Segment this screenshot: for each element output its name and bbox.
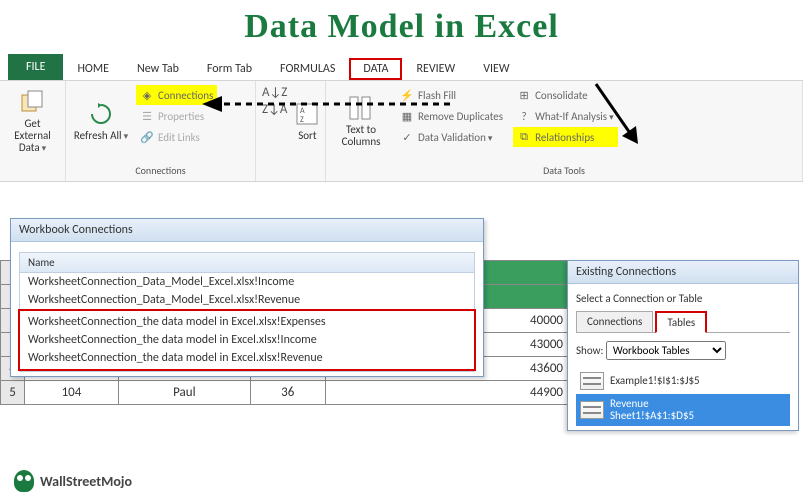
group-label-datatools: Data Tools [332,162,796,179]
relationships-icon: ⧉ [517,130,531,144]
existing-connections-dialog: Existing Connections Select a Connection… [567,260,799,431]
connection-item[interactable]: Revenue Sheet1!$A$1:$D$5 [576,394,790,426]
tab-formulas[interactable]: FORMULAS [266,58,349,80]
cell[interactable]: Paul [118,381,250,405]
consolidate-button[interactable]: ⊞ Consolidate [513,85,618,105]
flash-fill-icon: ⚡ [400,88,414,102]
sort-icon: AZ [293,100,321,128]
table-icon [580,401,604,419]
properties-icon: ☰ [140,109,154,123]
list-item[interactable]: WorksheetConnection_the data model in Ex… [20,349,474,367]
row-header[interactable]: 5 [1,381,25,405]
flash-fill-button[interactable]: ⚡ Flash Fill [396,85,507,105]
properties-button[interactable]: ☰ Properties [136,106,217,126]
footer-logo: WallStreetMojo [14,470,132,492]
workbook-connections-dialog: Workbook Connections Name WorksheetConne… [10,218,484,377]
validation-icon: ✓ [400,130,414,144]
get-external-data-button[interactable]: Get External Data [6,85,59,157]
list-item[interactable]: WorksheetConnection_the data model in Ex… [20,313,474,331]
cell[interactable]: 104 [25,381,119,405]
ribbon: Get External Data Refresh All ◈ Connecti… [0,80,803,182]
list-item[interactable]: WorksheetConnection_Data_Model_Excel.xls… [20,273,474,291]
whatif-button[interactable]: ? What-If Analysis [513,106,618,126]
cell[interactable]: 36 [250,381,325,405]
dialog-title: Existing Connections [568,261,798,284]
sort-button[interactable]: AZ Sort [293,85,321,157]
ribbon-tabs: FILE HOME New Tab Form Tab FORMULAS DATA… [0,52,803,80]
sort-desc-icon[interactable]: Z↓A [262,102,287,117]
refresh-icon [87,100,115,128]
tab-home[interactable]: HOME [63,58,123,80]
page-title: Data Model in Excel [0,0,803,52]
dialog-subtitle: Select a Connection or Table [576,292,790,305]
tab-view[interactable]: VIEW [469,58,523,80]
connections-button[interactable]: ◈ Connections [136,85,217,105]
external-data-icon [19,88,47,116]
connection-item[interactable]: Example1!$I$1:$J$5 [576,368,790,394]
show-label: Show: [576,344,603,357]
edit-links-icon: 🔗 [140,130,154,144]
tab-tables[interactable]: Tables [655,311,707,333]
tab-connections[interactable]: Connections [576,311,653,332]
remove-duplicates-button[interactable]: ▦ Remove Duplicates [396,106,507,126]
consolidate-icon: ⊞ [517,88,531,102]
refresh-all-button[interactable]: Refresh All [72,85,130,157]
list-column-name[interactable]: Name [19,252,475,273]
sort-asc-icon[interactable]: A↓Z [262,85,287,100]
data-validation-button[interactable]: ✓ Data Validation [396,127,507,147]
highlight-box: WorksheetConnection_the data model in Ex… [18,309,476,371]
text-to-columns-button[interactable]: Text to Columns [332,85,390,157]
tab-newtab[interactable]: New Tab [123,58,193,80]
tab-data[interactable]: DATA [349,58,402,80]
group-label-connections: Connections [72,162,249,179]
table-icon [580,372,604,390]
show-select[interactable]: Workbook Tables [606,341,726,360]
dialog-title: Workbook Connections [11,219,483,242]
tab-review[interactable]: REVIEW [402,58,469,80]
connections-icon: ◈ [140,88,154,102]
owl-icon [14,470,34,492]
tab-file[interactable]: FILE [8,54,63,80]
list-item[interactable]: WorksheetConnection_Data_Model_Excel.xls… [20,291,474,309]
edit-links-button[interactable]: 🔗 Edit Links [136,127,217,147]
whatif-icon: ? [517,109,531,123]
text-columns-icon [347,94,375,122]
tab-formtab[interactable]: Form Tab [193,58,266,80]
list-item[interactable]: WorksheetConnection_the data model in Ex… [20,331,474,349]
remove-dup-icon: ▦ [400,109,414,123]
cell[interactable]: 44900 [325,381,569,405]
relationships-button[interactable]: ⧉ Relationships [513,127,618,147]
svg-text:Z: Z [300,115,304,125]
